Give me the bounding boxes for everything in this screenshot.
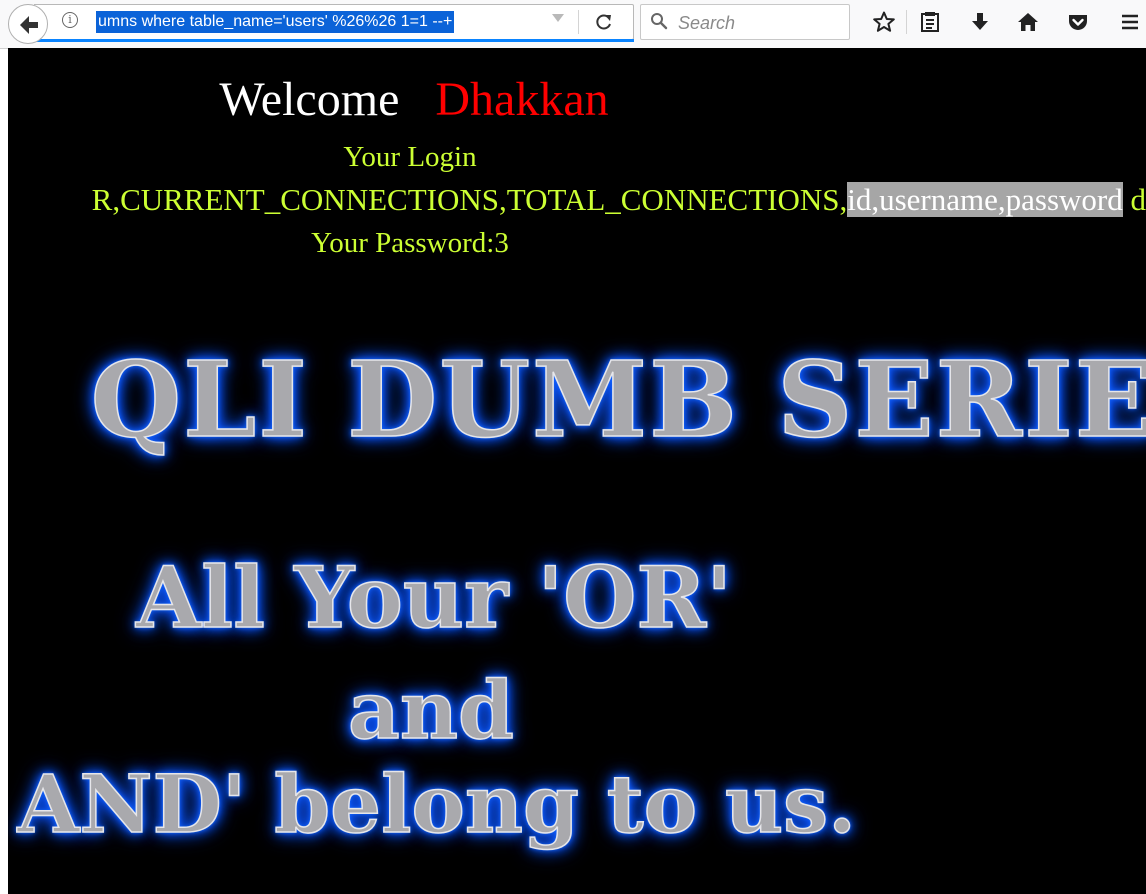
search-icon <box>651 13 668 30</box>
page-content: Welcome Dhakkan Your Login R,CURRENT_CONN… <box>8 48 1146 894</box>
welcome-username: Dhakkan <box>435 73 609 126</box>
info-icon[interactable]: i <box>62 12 78 28</box>
banner-line-2: and <box>347 662 514 758</box>
star-icon[interactable] <box>872 10 896 34</box>
search-placeholder: Search <box>678 13 736 33</box>
pocket-icon[interactable] <box>1066 10 1090 34</box>
toolbar-divider <box>906 10 907 34</box>
home-icon[interactable] <box>1016 10 1040 34</box>
banner-title: QLI DUMB SERIE <box>90 338 1146 461</box>
browser-toolbar: i umns where table_name='users' %26%26 1… <box>0 0 1146 49</box>
login-label: Your Login <box>343 141 477 173</box>
reload-icon[interactable] <box>594 12 614 32</box>
selected-text: id,username,password <box>847 182 1123 217</box>
login-values-tail: d <box>1122 182 1146 217</box>
menu-icon[interactable] <box>1118 10 1142 34</box>
download-icon[interactable] <box>968 10 992 34</box>
welcome-heading: Welcome Dhakkan <box>8 72 820 128</box>
back-arrow-icon <box>20 16 38 34</box>
login-values-text: R,CURRENT_CONNECTIONS,TOTAL_CONNECTIONS, <box>91 182 848 217</box>
login-values: R,CURRENT_CONNECTIONS,TOTAL_CONNECTIONS,… <box>92 182 1146 218</box>
dropdown-arrow-icon[interactable] <box>552 14 564 22</box>
welcome-word: Welcome <box>219 73 400 126</box>
url-divider <box>578 10 579 34</box>
back-button[interactable] <box>8 4 48 44</box>
banner-line-1: All Your 'OR' <box>135 547 732 648</box>
banner-line-3: AND' belong to us. <box>17 756 857 852</box>
url-bar-focus-ring <box>34 39 634 42</box>
password-line: Your Password:3 <box>311 227 509 259</box>
reading-list-icon[interactable] <box>918 10 942 34</box>
search-bar[interactable] <box>640 4 850 40</box>
url-input-text[interactable]: umns where table_name='users' %26%26 1=1… <box>96 11 455 33</box>
